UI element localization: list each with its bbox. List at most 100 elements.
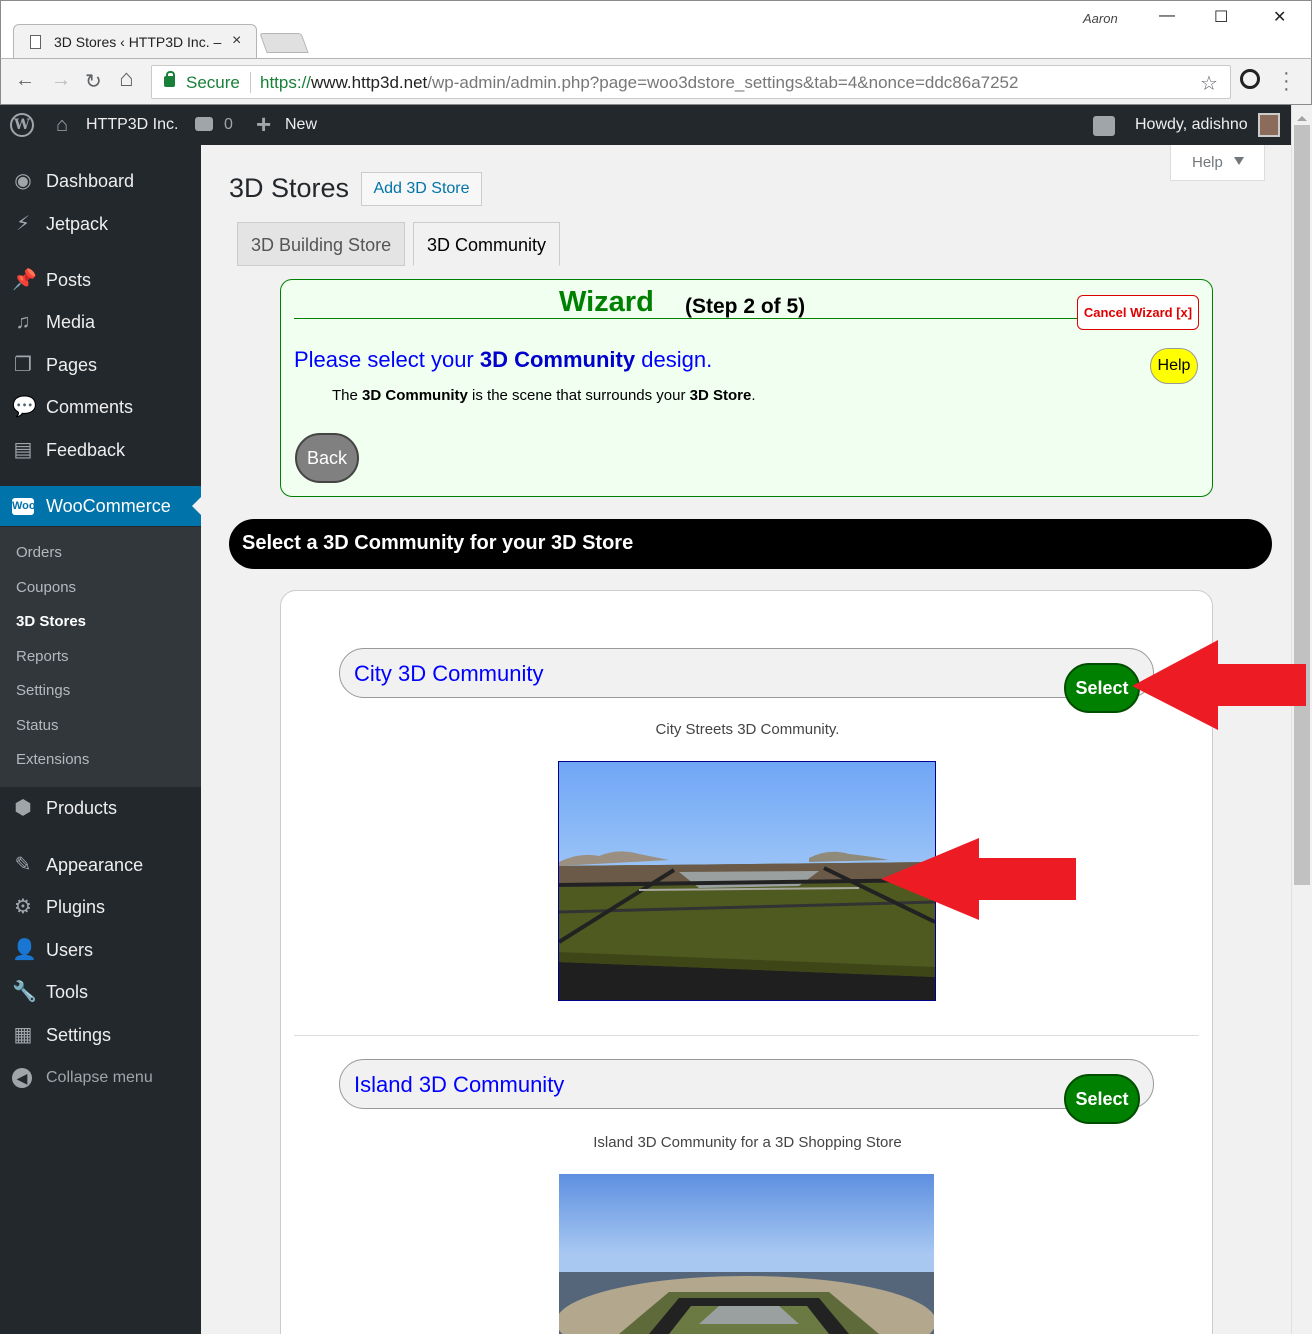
- sidebar-item-label: Users: [46, 940, 94, 960]
- wizard-question: Please select your 3D Community design.: [294, 347, 712, 373]
- minimize-icon[interactable]: —: [1159, 7, 1175, 25]
- sidebar-item-label: Feedback: [46, 440, 126, 460]
- wrench-icon: 🔧: [12, 981, 37, 1003]
- submenu-item-settings[interactable]: Settings: [16, 682, 70, 699]
- wizard-description: The 3D Community is the scene that surro…: [332, 387, 756, 404]
- browser-tab[interactable]: 3D Stores ‹ HTTP3D Inc. – ×: [13, 24, 257, 60]
- sidebar-item-label: Collapse menu: [46, 1069, 153, 1086]
- new-tab-button[interactable]: [259, 33, 309, 53]
- settings-icon: ▦: [13, 1024, 33, 1046]
- desc-part: .: [751, 387, 756, 404]
- desc-part: The: [332, 387, 363, 404]
- lock-icon: [164, 71, 175, 87]
- comment-bubble-icon[interactable]: [195, 117, 213, 131]
- sidebar-item-label: Dashboard: [46, 171, 135, 191]
- appearance-icon: ✎: [14, 854, 32, 876]
- select-city-button[interactable]: Select: [1064, 663, 1140, 713]
- wordpress-logo-icon[interactable]: W: [10, 113, 34, 137]
- submenu-item-status[interactable]: Status: [16, 717, 59, 734]
- scroll-thumb[interactable]: [1294, 125, 1310, 885]
- sidebar-item-feedback[interactable]: ▤ Feedback: [0, 430, 201, 470]
- sidebar-item-users[interactable]: 👤 Users: [0, 930, 201, 970]
- browser-menu-icon[interactable]: · · ·: [1283, 63, 1290, 99]
- caret-down-icon: [1234, 157, 1244, 170]
- sidebar-item-dashboard[interactable]: ◉ Dashboard: [0, 161, 201, 201]
- home-icon[interactable]: ⌂: [119, 65, 134, 93]
- collapse-icon: ◀: [12, 1068, 32, 1088]
- sidebar-item-products[interactable]: ⬢ Products: [0, 788, 201, 828]
- select-island-button[interactable]: Select: [1064, 1074, 1140, 1124]
- question-prefix: Please select your: [294, 347, 480, 372]
- wizard-title: Wizard: [559, 286, 654, 318]
- add-3d-store-button[interactable]: Add 3D Store: [361, 172, 482, 206]
- tab-3d-community[interactable]: 3D Community: [413, 222, 561, 266]
- forward-arrow-icon[interactable]: →: [51, 69, 71, 92]
- extension-icon[interactable]: [1240, 69, 1260, 89]
- wizard-help-button[interactable]: Help: [1150, 348, 1198, 384]
- sidebar-item-posts[interactable]: 📌 Posts: [0, 260, 201, 300]
- sidebar-item-label: Settings: [46, 1025, 112, 1045]
- sidebar-item-tools[interactable]: 🔧 Tools: [0, 972, 201, 1012]
- browser-toolbar: ← → ↻ ⌂ Secure https://www.http3d.net/wp…: [0, 58, 1312, 105]
- red-arrow-annotation-select: [1132, 640, 1306, 730]
- site-name-link[interactable]: HTTP3D Inc.: [86, 116, 178, 134]
- howdy-user-link[interactable]: Howdy, adishno: [1135, 116, 1248, 134]
- community-list-panel: City 3D Community Select City Streets 3D…: [280, 590, 1213, 1334]
- sidebar-item-label: Comments: [46, 397, 134, 417]
- comments-count[interactable]: 0: [224, 116, 233, 134]
- new-content-link[interactable]: New: [285, 116, 317, 134]
- cancel-wizard-button[interactable]: Cancel Wizard [x]: [1077, 295, 1199, 330]
- collapse-menu-button[interactable]: ◀ Collapse menu: [0, 1058, 201, 1098]
- back-arrow-icon[interactable]: ←: [15, 69, 35, 92]
- sidebar-item-pages[interactable]: ❐ Pages: [0, 345, 201, 385]
- dashboard-icon: ◉: [14, 170, 32, 192]
- sidebar-item-plugins[interactable]: ⚙ Plugins: [0, 887, 201, 927]
- wizard-back-button[interactable]: Back: [295, 433, 359, 483]
- wizard-divider: [294, 318, 1084, 319]
- submenu-item-extensions[interactable]: Extensions: [16, 751, 89, 768]
- address-bar[interactable]: Secure https://www.http3d.net/wp-admin/a…: [151, 65, 1231, 99]
- maximize-icon[interactable]: ☐: [1214, 7, 1228, 27]
- avatar[interactable]: [1258, 113, 1280, 137]
- tab-3d-building-store[interactable]: 3D Building Store: [237, 222, 406, 266]
- submenu-item-coupons[interactable]: Coupons: [16, 579, 76, 596]
- community-title[interactable]: City 3D Community: [354, 661, 543, 687]
- admin-sidebar: ◉ Dashboard ⚡ Jetpack 📌 Posts ♫ Media ❐ …: [0, 145, 201, 1334]
- sidebar-item-woocommerce[interactable]: Woo WooCommerce: [0, 486, 201, 526]
- sidebar-item-jetpack[interactable]: ⚡ Jetpack: [0, 204, 201, 244]
- tab-close-icon[interactable]: ×: [232, 32, 241, 50]
- sidebar-item-label: Media: [46, 312, 96, 332]
- products-icon: ⬢: [14, 797, 32, 819]
- sidebar-item-appearance[interactable]: ✎ Appearance: [0, 845, 201, 885]
- url-scheme: https://: [260, 73, 312, 92]
- help-tab-button[interactable]: Help: [1170, 145, 1265, 181]
- community-title[interactable]: Island 3D Community: [354, 1072, 564, 1098]
- community-description: City Streets 3D Community.: [655, 721, 840, 738]
- sidebar-item-media[interactable]: ♫ Media: [0, 302, 201, 342]
- wp-admin-bar: W ⌂ HTTP3D Inc. 0 + New Howdy, adishno: [0, 105, 1312, 145]
- city-community-preview[interactable]: [558, 761, 936, 1001]
- users-icon: 👤: [12, 939, 37, 961]
- url-host: www.http3d.net: [311, 73, 428, 92]
- comments-icon: 💬: [12, 396, 37, 418]
- sidebar-item-label: Products: [46, 798, 118, 818]
- woocommerce-submenu: Orders Coupons 3D Stores Reports Setting…: [0, 527, 201, 787]
- help-tab-label: Help: [1192, 154, 1223, 171]
- submenu-item-3d-stores[interactable]: 3D Stores: [16, 613, 86, 630]
- sidebar-item-settings[interactable]: ▦ Settings: [0, 1015, 201, 1055]
- desc-bold: 3D Community: [362, 387, 468, 404]
- plus-icon[interactable]: +: [256, 109, 271, 140]
- submenu-item-orders[interactable]: Orders: [16, 544, 62, 561]
- scroll-up-arrow-icon[interactable]: [1297, 111, 1307, 121]
- sidebar-item-comments[interactable]: 💬 Comments: [0, 387, 201, 427]
- browser-titlebar: 3D Stores ‹ HTTP3D Inc. – × Aaron — ☐ ✕: [0, 0, 1312, 60]
- reload-icon[interactable]: ↻: [85, 69, 102, 94]
- submenu-item-reports[interactable]: Reports: [16, 648, 69, 665]
- site-home-icon[interactable]: ⌂: [56, 114, 68, 137]
- bookmark-star-icon[interactable]: ☆: [1200, 71, 1218, 96]
- pages-icon: ❐: [14, 354, 32, 376]
- notification-icon[interactable]: [1093, 116, 1115, 136]
- island-community-preview[interactable]: [559, 1174, 934, 1334]
- sidebar-item-label: Tools: [46, 982, 89, 1002]
- close-window-icon[interactable]: ✕: [1273, 7, 1286, 27]
